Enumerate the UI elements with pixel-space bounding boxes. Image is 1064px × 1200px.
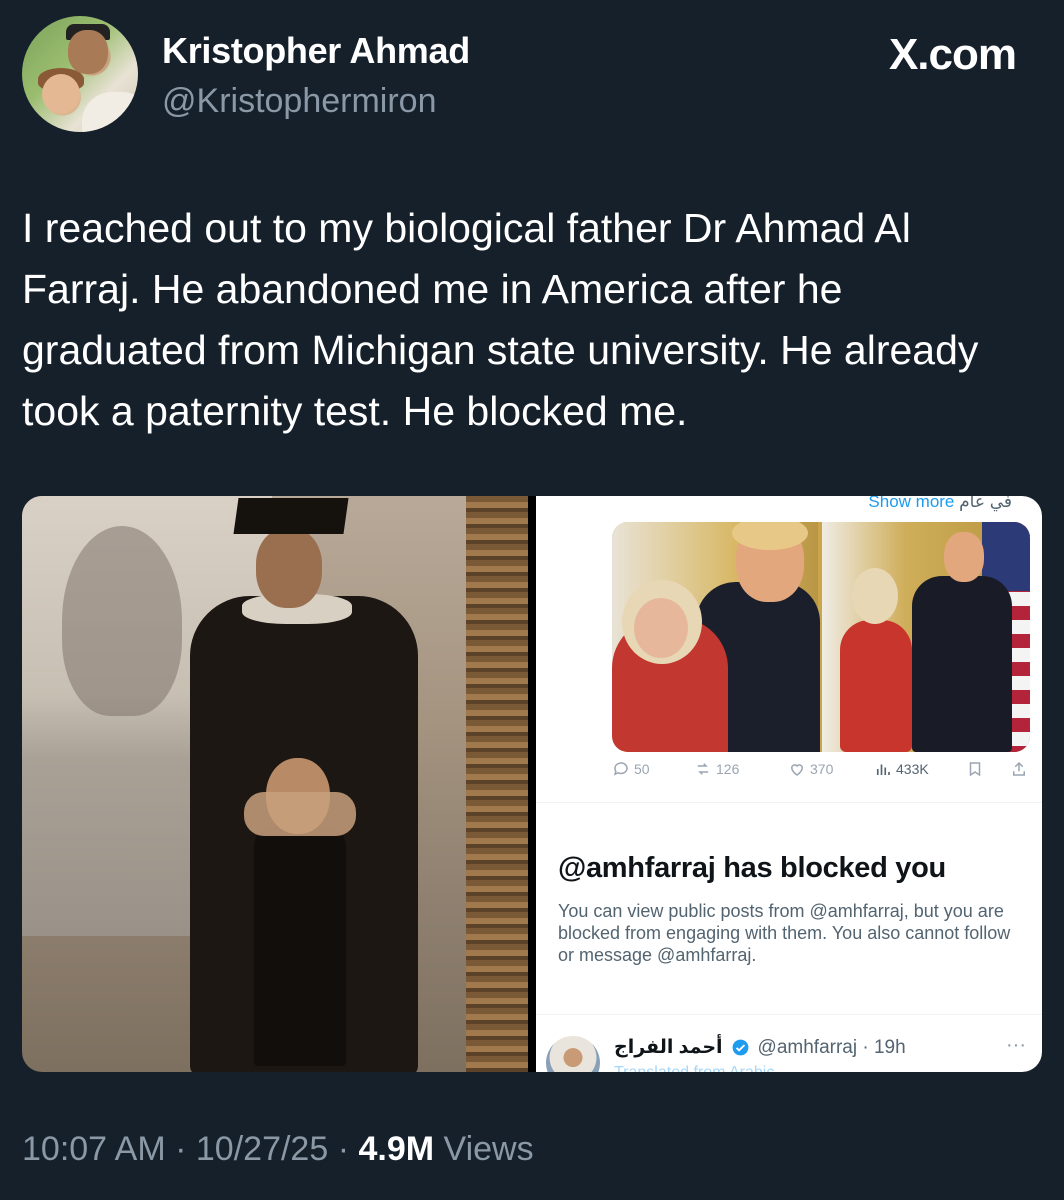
reply-author-avatar[interactable]: [546, 1036, 600, 1072]
image2-woman-head: [852, 568, 898, 624]
repost-count: 126: [716, 761, 740, 777]
embedded-action-bar: 50 126 370 433K: [612, 760, 1032, 782]
avatar-child-face: [42, 74, 80, 114]
picture-frame: [466, 496, 528, 1072]
avatar-adult-face: [68, 30, 108, 74]
photo-tree: [62, 526, 182, 716]
reply-author-meta: أحمد الفراج @amhfarraj · 19h: [614, 1036, 906, 1059]
hands-on-shoulders: [244, 792, 356, 836]
embedded-image-2[interactable]: [822, 522, 1030, 752]
embedded-post-images[interactable]: [612, 522, 1030, 752]
heart-icon: [790, 764, 804, 776]
separator-dot: ·: [175, 1130, 187, 1168]
graduation-photo[interactable]: [22, 496, 528, 1072]
bookmark-action[interactable]: [966, 760, 984, 778]
image2-woman-dress: [840, 620, 912, 752]
avatar-shirt: [82, 92, 138, 132]
share-action[interactable]: [1010, 760, 1028, 778]
tweet-header: Kristopher Ahmad @Kristophermiron X.com: [22, 16, 1042, 136]
reply-author-name[interactable]: أحمد الفراج: [614, 1036, 723, 1059]
blocked-screenshot[interactable]: Show more في عام 50 126 370 433K @amhfar…: [536, 496, 1042, 1072]
reply-handle-time[interactable]: @amhfarraj · 19h: [758, 1037, 906, 1059]
divider: [536, 802, 1042, 803]
graduate-face: [256, 528, 322, 608]
tweet-media[interactable]: Show more في عام 50 126 370 433K @amhfar…: [22, 496, 1042, 1072]
views-action[interactable]: 433K: [874, 760, 929, 778]
author-handle[interactable]: @Kristophermiron: [162, 82, 437, 121]
verified-badge-icon: [732, 1039, 748, 1056]
reply-count: 50: [634, 761, 650, 777]
reply-action[interactable]: 50: [612, 760, 650, 778]
share-icon: [1013, 761, 1025, 776]
arabic-text-fragment: في عام: [959, 496, 1012, 511]
x-logo: X.com: [888, 30, 1017, 79]
like-count: 370: [810, 761, 834, 777]
translated-label[interactable]: Translated from Arabic: [614, 1064, 774, 1072]
more-options-icon[interactable]: ···: [1006, 1034, 1026, 1057]
show-more-link[interactable]: Show more في عام: [868, 496, 1012, 512]
tweet-views-label: Views: [443, 1130, 534, 1168]
image2-man-suit: [912, 576, 1012, 752]
tweet-footer: 10:07 AM · 10/27/25 · 4.9M Views: [22, 1130, 534, 1169]
author-name[interactable]: Kristopher Ahmad: [162, 30, 470, 72]
repost-icon: [697, 763, 709, 775]
like-action[interactable]: 370: [788, 760, 833, 778]
tweet-date[interactable]: 10/27/25: [196, 1130, 328, 1168]
tweet-time[interactable]: 10:07 AM: [22, 1130, 166, 1168]
bookmark-icon: [969, 762, 981, 777]
child-suit: [254, 826, 346, 1066]
views-chart-icon: [876, 764, 890, 775]
embedded-image-1[interactable]: [612, 522, 820, 752]
graduation-cap: [233, 498, 349, 534]
separator-dot: ·: [337, 1130, 350, 1168]
views-count: 433K: [896, 761, 929, 777]
show-more-label[interactable]: Show more: [868, 496, 954, 511]
tweet-text: I reached out to my biological father Dr…: [22, 205, 979, 434]
blocked-title: @amhfarraj has blocked you: [558, 852, 946, 884]
tweet-views-count[interactable]: 4.9M: [358, 1130, 434, 1168]
image1-woman-face: [634, 598, 688, 658]
blocked-description: You can view public posts from @amhfarra…: [558, 901, 1011, 965]
image2-man-face: [944, 532, 984, 582]
author-avatar[interactable]: [22, 16, 138, 132]
reply-icon: [613, 762, 628, 776]
repost-action[interactable]: 126: [694, 760, 739, 778]
divider: [536, 1014, 1042, 1015]
